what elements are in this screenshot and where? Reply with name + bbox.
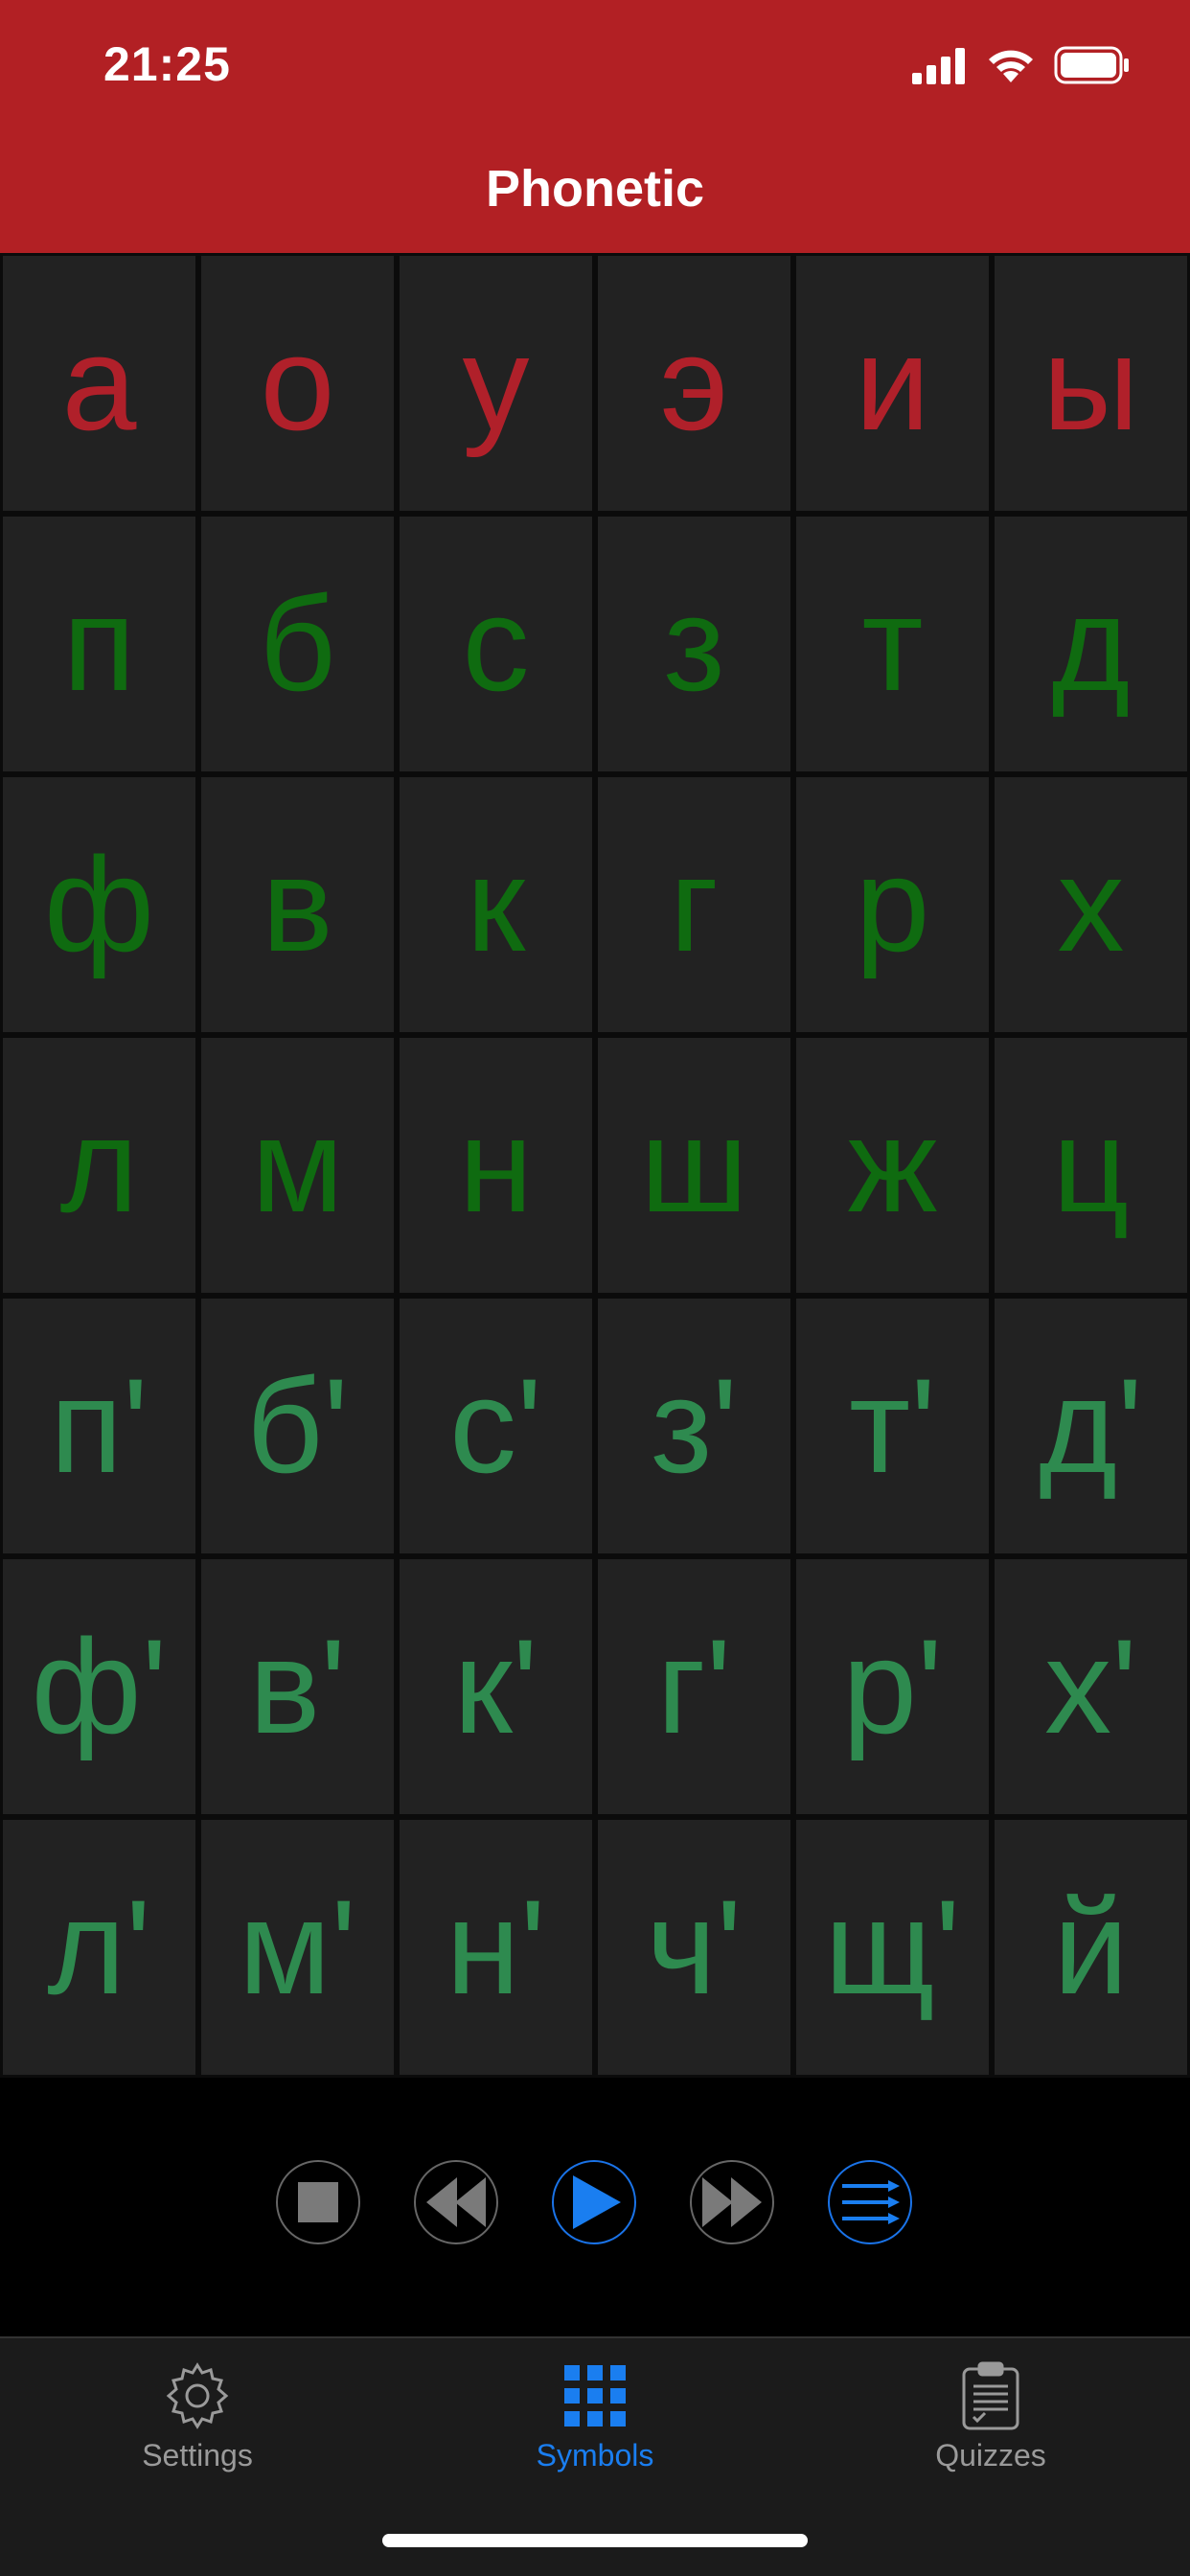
- status-time: 21:25: [103, 37, 231, 91]
- home-indicator: [382, 2534, 808, 2547]
- symbol-cell[interactable]: й: [992, 1817, 1190, 2078]
- symbol-cell[interactable]: п: [0, 514, 198, 774]
- symbol-cell[interactable]: ц: [992, 1035, 1190, 1296]
- wifi-icon: [989, 50, 1033, 82]
- tab-quizzes[interactable]: Quizzes: [847, 2359, 1134, 2473]
- page-title: Phonetic: [485, 160, 705, 218]
- symbol-cell[interactable]: д: [992, 514, 1190, 774]
- symbol-cell[interactable]: щ': [793, 1817, 992, 2078]
- playlist-button[interactable]: [828, 2160, 912, 2244]
- symbol-cell[interactable]: в': [198, 1556, 397, 1817]
- battery-icon: [1054, 46, 1129, 84]
- symbol-cell[interactable]: р: [793, 774, 992, 1035]
- symbol-cell[interactable]: д': [992, 1296, 1190, 1556]
- symbol-cell[interactable]: р': [793, 1556, 992, 1817]
- symbol-cell[interactable]: к': [397, 1556, 595, 1817]
- fast-forward-button[interactable]: [690, 2160, 774, 2244]
- symbol-row: пбсзтд: [0, 514, 1190, 774]
- symbol-cell[interactable]: т: [793, 514, 992, 774]
- symbol-cell[interactable]: з': [595, 1296, 793, 1556]
- symbol-cell[interactable]: б: [198, 514, 397, 774]
- symbol-cell[interactable]: ф: [0, 774, 198, 1035]
- symbol-cell[interactable]: л': [0, 1817, 198, 2078]
- rewind-icon: [426, 2177, 486, 2227]
- playlist-icon: [842, 2180, 900, 2224]
- symbol-cell[interactable]: в: [198, 774, 397, 1035]
- symbol-row: лмншжц: [0, 1035, 1190, 1296]
- tab-quizzes-label: Quizzes: [935, 2438, 1046, 2472]
- grid-icon: [564, 2365, 626, 2426]
- symbol-cell[interactable]: з: [595, 514, 793, 774]
- symbol-row: л' м' н' ч' щ' й: [0, 1817, 1190, 2078]
- symbol-cell[interactable]: у: [397, 253, 595, 514]
- app-screen: 21:25 Phonetic аоуэиыпбсзтдфвкгрхлмншжцп…: [0, 0, 1190, 2576]
- symbol-row: п' б' с' з' т' д': [0, 1296, 1190, 1556]
- symbol-cell[interactable]: т': [793, 1296, 992, 1556]
- symbol-cell[interactable]: ш: [595, 1035, 793, 1296]
- header: 21:25 Phonetic: [0, 0, 1190, 253]
- symbol-cell[interactable]: ы: [992, 253, 1190, 514]
- symbol-cell[interactable]: о: [198, 253, 397, 514]
- symbol-cell[interactable]: ч': [595, 1817, 793, 2078]
- tab-settings[interactable]: Settings: [54, 2359, 341, 2473]
- symbol-cell[interactable]: л: [0, 1035, 198, 1296]
- symbol-grid: а о у э и ы п б с з т д ф в к г р х л м н ш ж ц п' б' с' з' т' д' ф' в'…: [0, 253, 1190, 2078]
- symbol-cell[interactable]: г: [595, 774, 793, 1035]
- symbol-row: аоуэиы: [0, 253, 1190, 514]
- symbol-cell[interactable]: ж: [793, 1035, 992, 1296]
- symbol-cell[interactable]: н: [397, 1035, 595, 1296]
- symbol-cell[interactable]: ф': [0, 1556, 198, 1817]
- symbol-cell[interactable]: к: [397, 774, 595, 1035]
- symbol-cell[interactable]: б': [198, 1296, 397, 1556]
- gear-icon: [166, 2362, 229, 2429]
- symbol-cell[interactable]: г': [595, 1556, 793, 1817]
- symbol-cell[interactable]: п': [0, 1296, 198, 1556]
- symbol-cell[interactable]: н': [397, 1817, 595, 2078]
- symbol-cell[interactable]: с': [397, 1296, 595, 1556]
- playback-controls: [0, 2078, 1190, 2336]
- tab-settings-label: Settings: [142, 2438, 253, 2472]
- fast-forward-icon: [702, 2177, 762, 2227]
- play-icon: [573, 2175, 621, 2229]
- symbol-row: фвкгрх: [0, 774, 1190, 1035]
- symbol-cell[interactable]: и: [793, 253, 992, 514]
- symbol-row: ф' в' к' г' р' х': [0, 1556, 1190, 1817]
- stop-icon: [298, 2182, 338, 2222]
- symbol-cell[interactable]: м': [198, 1817, 397, 2078]
- clipboard-icon: [962, 2361, 1019, 2430]
- tab-symbols[interactable]: Symbols: [451, 2359, 739, 2473]
- rewind-button[interactable]: [414, 2160, 498, 2244]
- stop-button[interactable]: [276, 2160, 360, 2244]
- symbol-cell[interactable]: э: [595, 253, 793, 514]
- symbol-cell[interactable]: х': [992, 1556, 1190, 1817]
- tab-symbols-label: Symbols: [536, 2438, 654, 2472]
- symbol-cell[interactable]: с: [397, 514, 595, 774]
- symbol-cell[interactable]: х: [992, 774, 1190, 1035]
- symbol-cell[interactable]: м: [198, 1035, 397, 1296]
- cellular-signal-icon: [912, 48, 965, 84]
- play-button[interactable]: [552, 2160, 636, 2244]
- symbol-cell[interactable]: а: [0, 253, 198, 514]
